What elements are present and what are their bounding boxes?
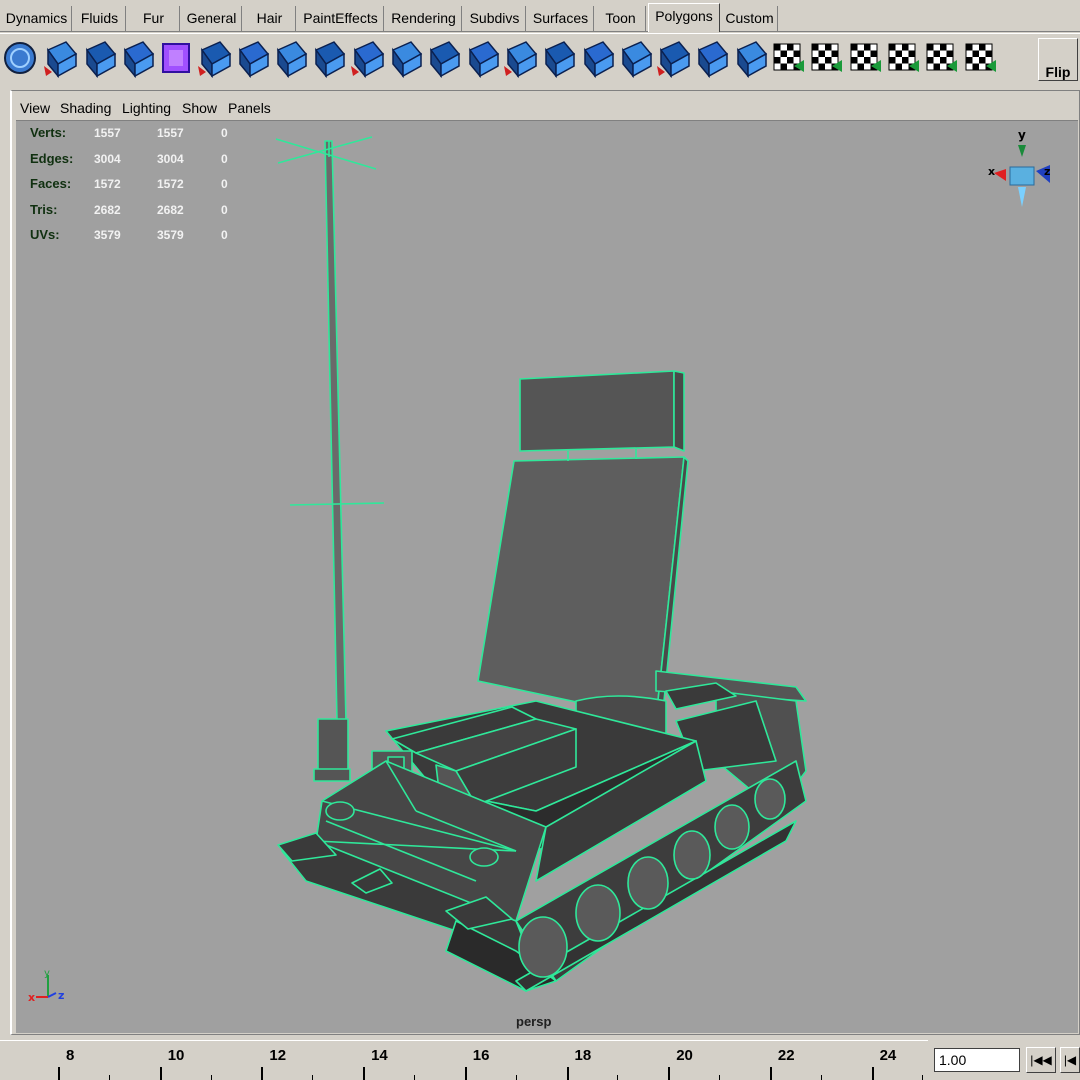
uv-planar-icon[interactable] (768, 36, 810, 82)
uv-auto-icon[interactable] (883, 36, 925, 82)
view-cube-icon[interactable]: y x z (982, 121, 1062, 221)
timeline-major-tick (769, 1067, 772, 1080)
view-cube-z-label: z (1044, 165, 1050, 178)
timeline-minor-tick (820, 1075, 822, 1080)
timeline-minor-tick (719, 1075, 721, 1080)
tab-painteffects[interactable]: PaintEffects (298, 6, 384, 32)
uv-spherical-icon[interactable] (845, 36, 887, 82)
smooth-icon[interactable] (691, 36, 733, 82)
timeline-frame-label: 14 (371, 1047, 388, 1064)
view-cube-y-label: y (1018, 128, 1026, 142)
timeline-frame-label: 24 (879, 1047, 897, 1064)
timeline-major-tick (58, 1067, 60, 1080)
step-back-button[interactable]: |◀ (1060, 1047, 1080, 1073)
triangulate-icon[interactable] (538, 36, 580, 82)
timeline-frame-label: 16 (472, 1047, 490, 1064)
wedge-icon[interactable] (347, 36, 389, 82)
axis-gizmo-icon: y x z (28, 968, 64, 1004)
quadrangulate-icon[interactable] (577, 36, 619, 82)
timeline-frame-label: 12 (269, 1047, 287, 1064)
timeline-minor-tick (922, 1075, 924, 1080)
flip-button[interactable]: Flip (1038, 38, 1078, 81)
sphere-icon[interactable] (2, 36, 44, 82)
timeline-major-tick (261, 1067, 264, 1080)
tab-custom[interactable]: Custom (722, 6, 778, 32)
tab-hair[interactable]: Hair (244, 6, 296, 32)
collapse-icon[interactable] (615, 36, 657, 82)
shelf-icon-row: Flip (0, 33, 1080, 84)
timeline-frame-label: 20 (676, 1047, 693, 1064)
tab-surfaces[interactable]: Surfaces (528, 6, 594, 32)
tank-radar-model[interactable] (16, 121, 1078, 1033)
split-icon[interactable] (79, 36, 121, 82)
view-cube-x-label: x (988, 165, 995, 178)
tab-toon[interactable]: Toon (596, 6, 646, 32)
tab-general[interactable]: General (182, 6, 242, 32)
bevel-icon[interactable] (270, 36, 312, 82)
model-panel: View Shading Lighting Show Panels Verts:… (10, 90, 1080, 1035)
perspective-viewport[interactable]: Verts: 1557 1557 0 Edges: 3004 3004 0 Fa… (16, 120, 1078, 1033)
menu-lighting[interactable]: Lighting (122, 100, 171, 116)
radar-upper-panel[interactable] (519, 370, 685, 452)
tab-subdivs[interactable]: Subdivs (464, 6, 526, 32)
uv-cylindrical-icon[interactable] (806, 36, 848, 82)
antenna-mast[interactable] (275, 136, 385, 782)
menu-view[interactable]: View (20, 100, 50, 116)
timeline-frame-label: 22 (777, 1047, 795, 1064)
cut-icon[interactable] (232, 36, 274, 82)
combine-icon[interactable] (117, 36, 159, 82)
timeline-minor-tick (617, 1075, 619, 1080)
timeline-minor-tick (515, 1075, 517, 1080)
tab-fur[interactable]: Fur (128, 6, 180, 32)
timeline-major-tick (871, 1067, 874, 1080)
rewind-button[interactable]: |◀◀ (1026, 1047, 1056, 1073)
split-edge-icon[interactable] (653, 36, 695, 82)
menu-panels[interactable]: Panels (228, 100, 271, 116)
poke-icon[interactable] (385, 36, 427, 82)
panel-menu-bar: View Shading Lighting Show Panels (12, 91, 1080, 119)
uv-editor-icon[interactable] (921, 36, 963, 82)
timeline-major-tick (464, 1067, 467, 1080)
timeline-major-tick (159, 1067, 162, 1080)
menu-shading[interactable]: Shading (60, 100, 111, 116)
extrude-icon[interactable] (40, 36, 82, 82)
current-frame-field[interactable]: 1.00 (934, 1048, 1020, 1072)
face-icon[interactable] (308, 36, 350, 82)
camera-label: persp (516, 1014, 552, 1029)
tab-dynamics[interactable]: Dynamics (2, 6, 72, 32)
shelf-tab-bar: Dynamics Fluids Fur General Hair PaintEf… (0, 0, 1080, 32)
subdivide-icon[interactable] (462, 36, 504, 82)
axis-gizmo-y-label: y (44, 968, 50, 979)
tab-rendering[interactable]: Rendering (386, 6, 462, 32)
tab-polygons[interactable]: Polygons (648, 3, 720, 32)
cube-icon[interactable] (155, 36, 197, 82)
menu-show[interactable]: Show (182, 100, 217, 116)
timeline-minor-tick (210, 1075, 212, 1080)
timeline-frame-label: 8 (66, 1047, 75, 1064)
timeline-frame-label: 18 (574, 1047, 592, 1064)
time-slider[interactable]: 8 10 12 14 16 18 20 22 24 (0, 1040, 928, 1080)
timeline-major-tick (566, 1067, 569, 1080)
timeline-minor-tick (312, 1075, 314, 1080)
timeline-major-tick (363, 1067, 366, 1080)
duplicate-icon[interactable] (423, 36, 465, 82)
axis-gizmo-x-label: x (28, 991, 35, 1004)
timeline-minor-tick (108, 1075, 110, 1080)
timeline-minor-tick (413, 1075, 415, 1080)
plane-icon[interactable] (194, 36, 236, 82)
timeline-frame-label: 10 (167, 1047, 185, 1064)
maya-window: Dynamics Fluids Fur General Hair PaintEf… (0, 0, 1080, 1080)
axis-gizmo-z-label: z (58, 989, 64, 1002)
merge-icon[interactable] (500, 36, 542, 82)
tab-fluids[interactable]: Fluids (74, 6, 126, 32)
uv-layout-icon[interactable] (960, 36, 1002, 82)
timeline-major-tick (668, 1067, 671, 1080)
normal-icon[interactable] (730, 36, 772, 82)
